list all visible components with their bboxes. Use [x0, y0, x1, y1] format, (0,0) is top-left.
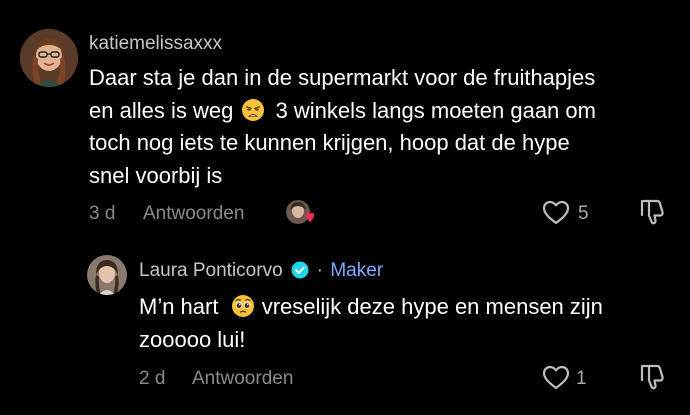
reply-button[interactable]: Antwoorden — [143, 203, 244, 225]
comment-text-line: en alles is weg 3 winkels langs moeten g… — [89, 95, 679, 128]
comment-text-line: toch nog iets te kunnen krijgen, hoop da… — [89, 130, 570, 155]
thumbs-down-icon — [640, 364, 664, 390]
like-button[interactable]: 5 — [542, 199, 602, 227]
reply-username[interactable]: Laura Ponticorvo — [139, 260, 283, 281]
verified-badge-icon — [291, 261, 309, 279]
pleading-face-emoji — [231, 294, 255, 318]
comment-username[interactable]: katiemelissaxxx — [89, 33, 222, 55]
comment-text-line: snel voorbij is — [89, 162, 223, 188]
thumbs-down-icon — [640, 199, 664, 225]
like-count: 1 — [576, 368, 587, 389]
avatar[interactable] — [20, 29, 78, 87]
like-count: 5 — [578, 203, 589, 224]
comment-text-line: zooooo lui! — [139, 326, 246, 352]
comment-text-fragment: vreselijk deze hype en mensen zijn — [261, 294, 603, 319]
reply-button[interactable]: Antwoorden — [192, 368, 293, 390]
heart-outline-icon — [542, 365, 570, 390]
comment-text: Daar sta je dan in de supermarkt voor de… — [89, 62, 679, 192]
avatar-image — [87, 255, 127, 295]
avatar-image — [20, 29, 78, 87]
comment-text-fragment: M’n hart — [139, 294, 219, 319]
dislike-button[interactable] — [638, 198, 666, 226]
weary-face-emoji — [241, 98, 265, 122]
comment-timestamp: 3 d — [89, 203, 116, 224]
comment-text-line: Daar sta je dan in de supermarkt voor de… — [89, 65, 596, 90]
reply-text: M’n hart vreselijk deze hype en mensen z… — [139, 291, 679, 356]
comment-text-fragment: 3 winkels langs moeten gaan om — [275, 97, 596, 123]
separator: · — [316, 260, 323, 281]
creator-avatar-heart-icon — [285, 199, 317, 227]
heart-outline-icon — [542, 200, 570, 225]
comment-timestamp: 2 d — [139, 368, 166, 389]
avatar[interactable] — [87, 255, 127, 295]
like-button[interactable]: 1 — [542, 364, 602, 392]
dislike-button[interactable] — [638, 363, 666, 391]
reply-header: Laura Ponticorvo · Maker — [139, 260, 383, 282]
comment-text-fragment: en alles is weg — [89, 97, 234, 123]
maker-badge: Maker — [330, 260, 384, 281]
comment-text-line: M’n hart vreselijk deze hype en mensen z… — [139, 291, 679, 324]
